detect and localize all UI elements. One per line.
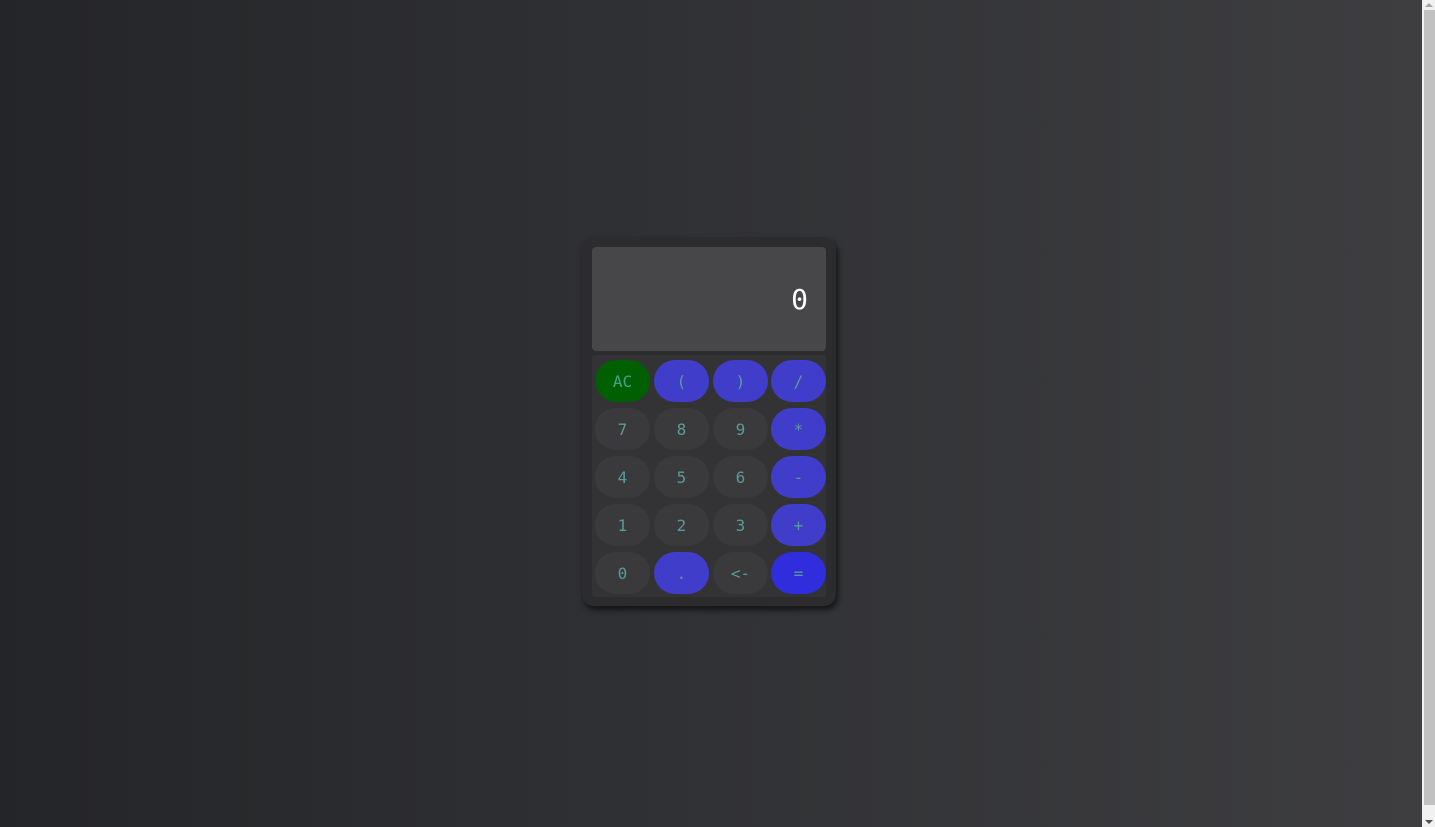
digit-6-button[interactable]: 6	[713, 456, 768, 498]
calculator: 0 AC()/ 7 8 9 * 4 5 6- 1 2 3 +0. <- =	[582, 237, 836, 606]
digit-8-button[interactable]: 8	[654, 408, 709, 450]
digit-2-button[interactable]: 2	[654, 504, 709, 546]
clear-button[interactable]: AC	[595, 360, 650, 402]
scroll-up-arrow-icon[interactable]	[1425, 3, 1433, 7]
vertical-scrollbar[interactable]	[1422, 0, 1435, 827]
digit-7-button[interactable]: 7	[595, 408, 650, 450]
close-paren-button[interactable]: )	[713, 360, 768, 402]
digit-9-button[interactable]: 9	[713, 408, 768, 450]
add-button[interactable]: +	[771, 504, 826, 546]
display-value: 0	[791, 282, 808, 316]
digit-5-button[interactable]: 5	[654, 456, 709, 498]
multiply-button[interactable]: *	[771, 408, 826, 450]
subtract-button[interactable]: -	[771, 456, 826, 498]
equals-button[interactable]: =	[771, 552, 826, 594]
digit-3-button[interactable]: 3	[713, 504, 768, 546]
backspace-button[interactable]: <-	[713, 552, 768, 594]
digit-1-button[interactable]: 1	[595, 504, 650, 546]
decimal-button[interactable]: .	[654, 552, 709, 594]
open-paren-button[interactable]: (	[654, 360, 709, 402]
scroll-down-arrow-icon[interactable]	[1425, 820, 1433, 824]
keypad: AC()/ 7 8 9 * 4 5 6- 1 2 3 +0. <- =	[592, 355, 826, 597]
divide-button[interactable]: /	[771, 360, 826, 402]
scrollbar-thumb[interactable]	[1424, 10, 1435, 805]
digit-0-button[interactable]: 0	[595, 552, 650, 594]
calculator-display: 0	[592, 247, 826, 351]
digit-4-button[interactable]: 4	[595, 456, 650, 498]
